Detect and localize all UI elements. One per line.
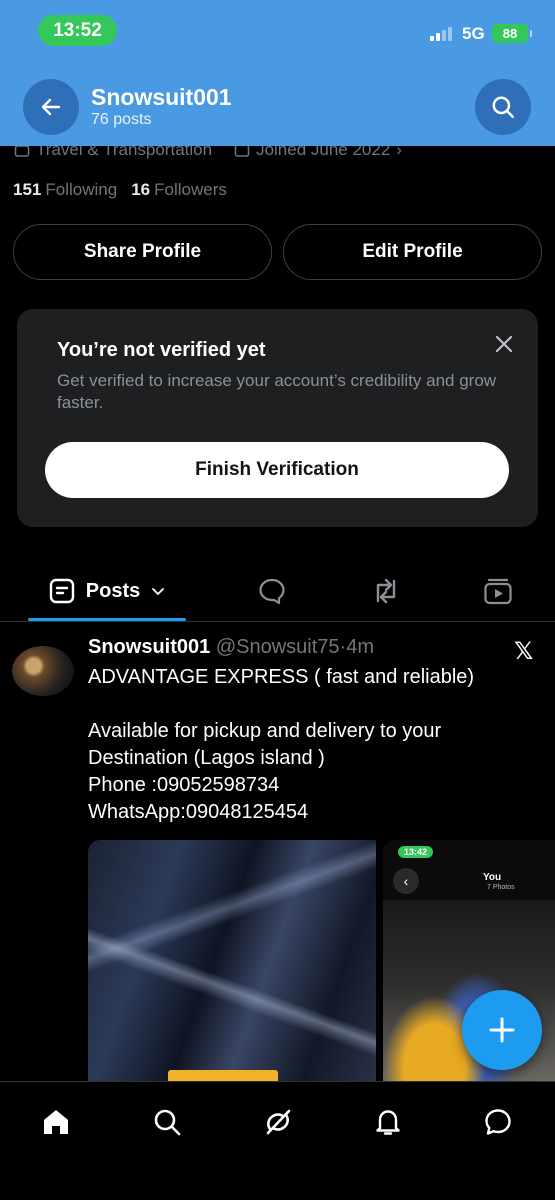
search-button[interactable] bbox=[475, 79, 531, 135]
tab-posts-label: Posts bbox=[85, 579, 141, 602]
screenshot-time: 13:42 bbox=[398, 846, 434, 858]
grok-icon bbox=[266, 1109, 291, 1135]
active-tab-indicator bbox=[28, 618, 186, 621]
post-age: 4m bbox=[346, 636, 374, 658]
home-icon bbox=[44, 1110, 68, 1134]
media-icon bbox=[484, 578, 512, 605]
verification-card: You’re not verified yet Get verified to … bbox=[17, 309, 538, 527]
nav-notifications[interactable] bbox=[368, 1102, 408, 1142]
nav-home[interactable] bbox=[36, 1102, 76, 1142]
post-image-1[interactable] bbox=[88, 840, 376, 1085]
nav-messages[interactable] bbox=[478, 1102, 518, 1142]
verification-description: Get verified to increase your account’s … bbox=[57, 371, 497, 412]
nav-grok[interactable] bbox=[258, 1102, 298, 1142]
nav-search[interactable] bbox=[147, 1102, 187, 1142]
close-icon bbox=[496, 336, 512, 352]
back-button[interactable] bbox=[23, 79, 79, 135]
status-time: 13:52 bbox=[38, 15, 117, 46]
search-icon bbox=[492, 96, 514, 118]
avatar[interactable] bbox=[12, 646, 74, 696]
profile-header: 13:52 5G 88 Snowsuit001 76 posts bbox=[0, 0, 555, 146]
tab-replies[interactable] bbox=[248, 562, 296, 620]
posts-icon bbox=[49, 578, 74, 604]
profile-name: Snowsuit001 bbox=[91, 84, 232, 110]
tab-media[interactable] bbox=[474, 562, 522, 620]
following-link[interactable]: 151 Following bbox=[13, 180, 117, 200]
repost-icon bbox=[376, 578, 396, 604]
chevron-left-icon: ‹ bbox=[393, 868, 419, 894]
tab-posts[interactable]: Posts bbox=[28, 562, 186, 620]
tab-reposts[interactable] bbox=[362, 562, 410, 620]
close-button[interactable] bbox=[493, 333, 515, 355]
signal-icon bbox=[430, 27, 452, 41]
search-icon bbox=[154, 1109, 181, 1136]
screenshot-title: You bbox=[483, 872, 502, 883]
plus-icon bbox=[489, 1017, 515, 1043]
chevron-down-icon bbox=[152, 588, 165, 595]
post-handle[interactable]: @Snowsuit75 bbox=[216, 636, 340, 658]
screenshot-subtitle: 7 Photos bbox=[487, 884, 515, 891]
network-label: 5G bbox=[462, 24, 485, 43]
followers-link[interactable]: 16 Followers bbox=[131, 180, 227, 200]
post-author[interactable]: Snowsuit001 bbox=[88, 636, 210, 658]
chat-bubble-icon bbox=[485, 1109, 511, 1135]
edit-profile-button[interactable]: Edit Profile bbox=[283, 224, 542, 280]
battery-level: 88 bbox=[502, 26, 518, 41]
arrow-left-icon bbox=[41, 98, 61, 116]
posts-count: 76 posts bbox=[91, 111, 152, 128]
verification-title: You’re not verified yet bbox=[57, 339, 266, 361]
finish-verification-button[interactable]: Finish Verification bbox=[45, 442, 509, 498]
battery-icon: 88 bbox=[492, 24, 532, 43]
bottom-nav bbox=[0, 1081, 555, 1200]
post-body: ADVANTAGE EXPRESS ( fast and reliable) A… bbox=[88, 666, 475, 823]
post-header: Snowsuit001 @Snowsuit75·4m bbox=[88, 636, 374, 659]
bell-icon bbox=[376, 1110, 400, 1135]
follow-stats: 151 Following 16 Followers bbox=[13, 180, 227, 200]
compose-button[interactable] bbox=[462, 990, 542, 1070]
x-logo-icon: 𝕏 bbox=[514, 638, 534, 665]
share-profile-button[interactable]: Share Profile bbox=[13, 224, 272, 280]
reply-bubble-icon bbox=[259, 578, 285, 605]
profile-tabs: Posts bbox=[0, 562, 555, 622]
